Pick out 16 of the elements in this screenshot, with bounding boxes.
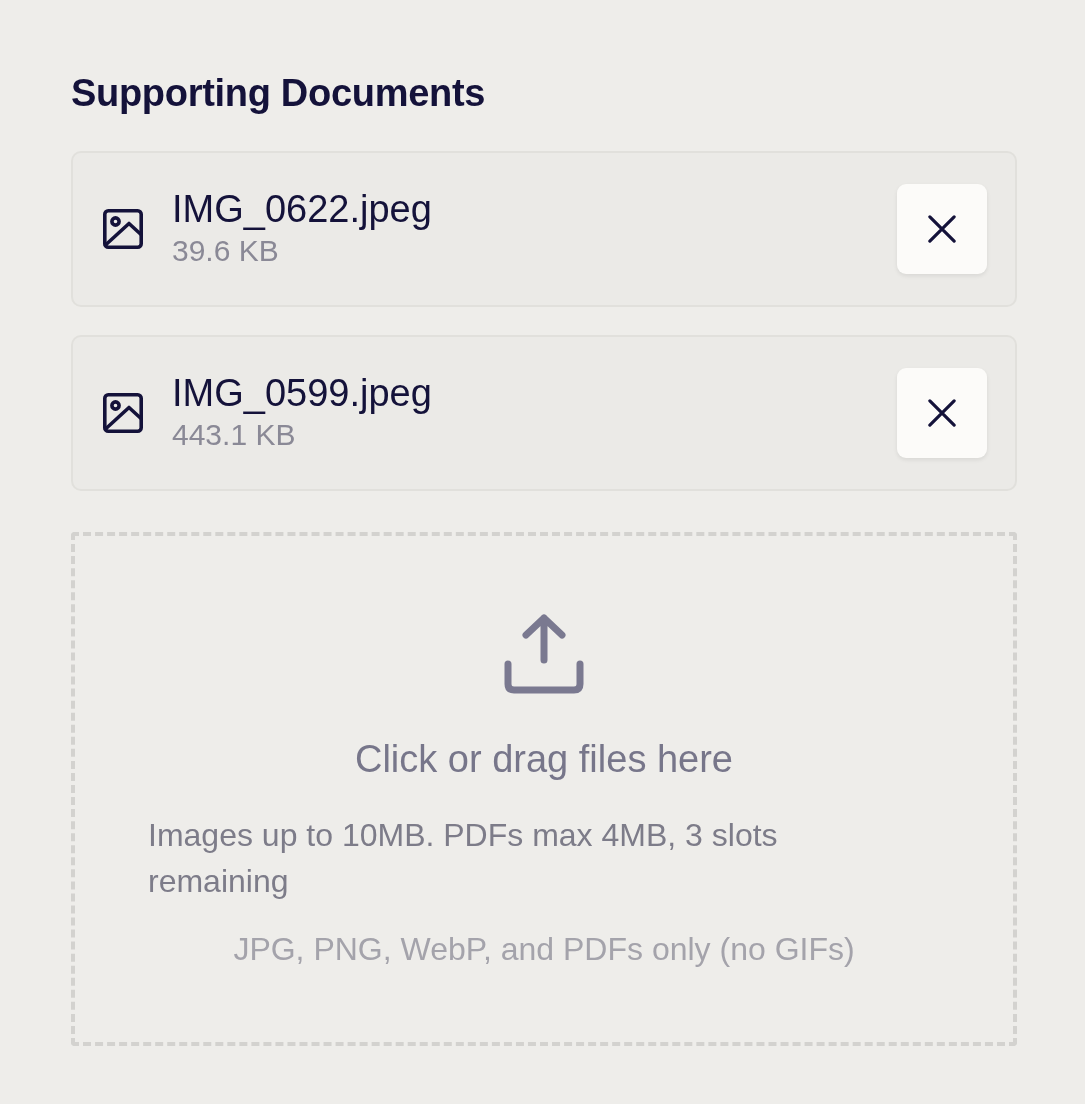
close-icon	[928, 399, 956, 427]
dropzone-prompt: Click or drag files here	[354, 737, 733, 782]
section-title: Supporting Documents	[71, 71, 487, 116]
file-size: 443.1 KB	[172, 417, 297, 453]
file-name: IMG_0599.jpeg	[172, 371, 433, 416]
upload-icon	[504, 614, 584, 694]
image-icon	[103, 393, 143, 433]
accepted-formats-text: JPG, PNG, WebP, and PDFs only (no GIFs)	[233, 930, 855, 969]
upload-dropzone[interactable]: Click or drag files here Images up to 10MB. PDFs max 4MB, 3 slots remaining JPG, PNG, WebP, and PDFs only (no GIFs)	[71, 532, 1017, 1046]
remove-button[interactable]	[897, 368, 987, 458]
file-size: 39.6 KB	[172, 233, 280, 269]
close-icon	[928, 215, 956, 243]
image-icon	[103, 209, 143, 249]
upload-limits-text: Images up to 10MB. PDFs max 4MB, 3 slots remaining	[148, 816, 779, 901]
file-name: IMG_0622.jpeg	[172, 187, 433, 232]
remove-button[interactable]	[897, 184, 987, 274]
